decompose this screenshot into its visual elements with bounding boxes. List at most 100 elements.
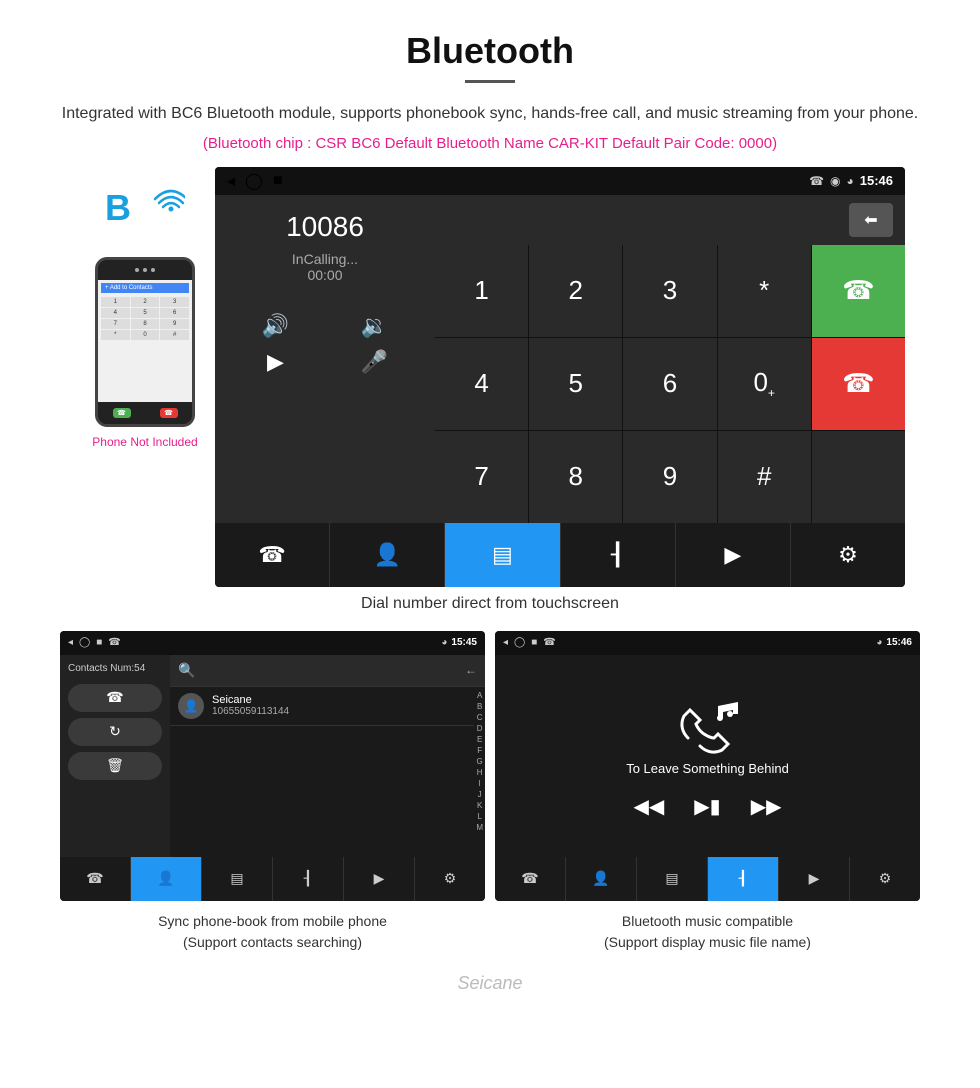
dial-key-1[interactable]: 1 bbox=[435, 245, 528, 337]
dial-keypad-grid: 1 2 3 * ☎ 4 5 6 0+ ☎ 7 8 9 # bbox=[435, 245, 905, 523]
dial-key-5[interactable]: 5 bbox=[529, 338, 622, 430]
header-section: Bluetooth Integrated with BC6 Bluetooth … bbox=[0, 0, 980, 167]
pb-recents-icon: ■ bbox=[96, 637, 102, 648]
wifi-icon: ◕ bbox=[847, 174, 854, 188]
header-description: Integrated with BC6 Bluetooth module, su… bbox=[60, 101, 920, 127]
dial-key-end[interactable]: ☎ bbox=[812, 338, 905, 430]
pb-delete-btn[interactable]: 🗑 bbox=[68, 752, 162, 780]
pb-alpha-list: A B C D E F G H I J K L M bbox=[474, 687, 485, 857]
title-underline bbox=[465, 80, 515, 83]
dial-key-3[interactable]: 3 bbox=[623, 245, 716, 337]
music-screen: ◂ ◯ ■ ☎ ◕ 15:46 To Leave bbox=[495, 631, 920, 901]
dial-key-star[interactable]: * bbox=[718, 245, 811, 337]
pb-content: Contacts Num:54 ☎ ↻ 🗑 🔍 ← 👤 Seic bbox=[60, 655, 485, 857]
pb-bottom-keypad-btn[interactable]: ▤ bbox=[202, 857, 273, 901]
dial-key-8[interactable]: 8 bbox=[529, 431, 622, 523]
music-bottom-bar: ☎ 👤 ▤ ┨ ▶ ⚙ bbox=[495, 857, 920, 901]
pb-call-btn[interactable]: ☎ bbox=[68, 684, 162, 712]
music-back-icon: ◂ bbox=[503, 637, 508, 648]
pb-bottom-bluetooth-btn[interactable]: ┨ bbox=[273, 857, 344, 901]
music-bottom-settings-btn[interactable]: ⚙ bbox=[850, 857, 920, 901]
music-play-pause-btn[interactable]: ▶▮ bbox=[694, 794, 720, 819]
small-phone-status-bar bbox=[98, 260, 192, 280]
phonebook-screen: ◂ ◯ ■ ☎ ◕ 15:45 Contacts Num:54 ☎ ↻ 🗑 🔍 bbox=[60, 631, 485, 901]
dial-key-4[interactable]: 4 bbox=[435, 338, 528, 430]
dial-bottom-bluetooth-btn[interactable]: ┨ bbox=[561, 523, 676, 587]
specs-line: (Bluetooth chip : CSR BC6 Default Blueto… bbox=[60, 135, 920, 152]
transfer-call-icon[interactable]: ▶ bbox=[231, 349, 320, 375]
small-phone-mockup: + Add to Contacts 123 456 789 *0# ☎ ☎ bbox=[95, 257, 195, 427]
pb-wifi-icon: ◕ bbox=[441, 637, 447, 648]
dial-status-bar: ◂ ◯ ■ ☎ ◉ ◕ 15:46 bbox=[215, 167, 905, 195]
pb-signal-icon: ☎ bbox=[108, 637, 120, 648]
dial-number-display: 10086 bbox=[231, 211, 419, 243]
music-wifi-icon: ◕ bbox=[876, 637, 882, 648]
music-song-title: To Leave Something Behind bbox=[626, 761, 789, 776]
music-bottom-contacts-btn[interactable]: 👤 bbox=[566, 857, 637, 901]
music-prev-btn[interactable]: ◀◀ bbox=[634, 794, 665, 819]
dial-bottom-keypad-btn[interactable]: ▤ bbox=[445, 523, 560, 587]
bluetooth-symbol-icon: B bbox=[105, 187, 131, 228]
back-nav-icon: ◂ bbox=[227, 171, 235, 191]
music-status-right: ◕ 15:46 bbox=[876, 637, 912, 648]
dial-key-call[interactable]: ☎ bbox=[812, 245, 905, 337]
dial-key-0plus[interactable]: 0+ bbox=[718, 338, 811, 430]
music-bottom-call-btn[interactable]: ☎ bbox=[495, 857, 566, 901]
pb-time: 15:45 bbox=[451, 637, 477, 648]
music-bottom-bluetooth-btn[interactable]: ┨ bbox=[708, 857, 779, 901]
music-controls: ◀◀ ▶▮ ▶▶ bbox=[634, 794, 782, 819]
music-status-left: ◂ ◯ ■ ☎ bbox=[503, 637, 556, 648]
dial-bottom-bar: ☎ 👤 ▤ ┨ ▶ ⚙ bbox=[215, 523, 905, 587]
pb-bottom-call-btn[interactable]: ☎ bbox=[60, 857, 131, 901]
volume-up-icon[interactable]: 🔊 bbox=[231, 313, 320, 339]
dial-key-hash[interactable]: # bbox=[718, 431, 811, 523]
dial-status-right-icons: ☎ ◉ ◕ 15:46 bbox=[809, 173, 893, 188]
pb-contact-item[interactable]: 👤 Seicane 10655059113144 bbox=[170, 687, 474, 726]
pb-bottom-phone-btn[interactable]: ▶ bbox=[344, 857, 415, 901]
pb-contact-number: 10655059113144 bbox=[212, 706, 466, 717]
pb-bottom-contacts-btn[interactable]: 👤 bbox=[131, 857, 202, 901]
music-bottom-phone-btn[interactable]: ▶ bbox=[779, 857, 850, 901]
microphone-icon[interactable]: 🎤 bbox=[330, 349, 419, 375]
pb-back-icon: ◂ bbox=[68, 637, 73, 648]
pb-bottom-settings-btn[interactable]: ⚙ bbox=[415, 857, 485, 901]
dial-bottom-settings-btn[interactable]: ⚙ bbox=[791, 523, 905, 587]
home-nav-icon: ◯ bbox=[245, 171, 263, 191]
pb-search-input[interactable] bbox=[201, 663, 459, 677]
dial-key-7[interactable]: 7 bbox=[435, 431, 528, 523]
pb-status-left: ◂ ◯ ■ ☎ bbox=[68, 637, 121, 648]
bluetooth-icon-area: B bbox=[105, 187, 185, 247]
pb-contacts-count: Contacts Num:54 bbox=[68, 663, 162, 674]
pb-caption-line1: Sync phone-book from mobile phone bbox=[158, 913, 387, 929]
music-phone-music-icon bbox=[668, 688, 748, 758]
pb-contact-avatar: 👤 bbox=[178, 693, 204, 719]
dial-calling-status: InCalling... bbox=[231, 251, 419, 267]
pb-left-panel: Contacts Num:54 ☎ ↻ 🗑 bbox=[60, 655, 170, 857]
dial-key-empty bbox=[812, 431, 905, 523]
dial-bottom-phone-btn[interactable]: ▶ bbox=[676, 523, 791, 587]
dial-right-panel: ⬅ 1 2 3 * ☎ 4 5 6 0+ ☎ 7 8 9 # bbox=[435, 195, 905, 523]
music-next-btn[interactable]: ▶▶ bbox=[751, 794, 782, 819]
volume-down-icon[interactable]: 🔉 bbox=[330, 313, 419, 339]
pb-sync-btn[interactable]: ↻ bbox=[68, 718, 162, 746]
dial-bottom-call-btn[interactable]: ☎ bbox=[215, 523, 330, 587]
dial-key-2[interactable]: 2 bbox=[529, 245, 622, 337]
pb-bottom-bar: ☎ 👤 ▤ ┨ ▶ ⚙ bbox=[60, 857, 485, 901]
music-home-icon: ◯ bbox=[514, 637, 525, 648]
bottom-captions: Sync phone-book from mobile phone (Suppo… bbox=[0, 907, 980, 963]
dial-key-9[interactable]: 9 bbox=[623, 431, 716, 523]
dial-status-left-icons: ◂ ◯ ■ bbox=[227, 171, 283, 191]
small-phone-content: + Add to Contacts 123 456 789 *0# bbox=[98, 280, 192, 402]
watermark-text: Seicane bbox=[457, 973, 522, 993]
dial-key-6[interactable]: 6 bbox=[623, 338, 716, 430]
pb-search-bar: 🔍 ← bbox=[170, 655, 485, 687]
music-caption-line1: Bluetooth music compatible bbox=[622, 913, 793, 929]
dial-input-row: ⬅ bbox=[435, 195, 905, 245]
bottom-screens-row: ◂ ◯ ■ ☎ ◕ 15:45 Contacts Num:54 ☎ ↻ 🗑 🔍 bbox=[0, 631, 980, 901]
pb-contact-info: Seicane 10655059113144 bbox=[212, 694, 466, 717]
music-bottom-keypad-btn[interactable]: ▤ bbox=[637, 857, 708, 901]
dial-bottom-contacts-btn[interactable]: 👤 bbox=[330, 523, 445, 587]
music-signal-icon: ☎ bbox=[543, 637, 555, 648]
music-recents-icon: ■ bbox=[531, 637, 537, 648]
backspace-button[interactable]: ⬅ bbox=[849, 203, 893, 237]
